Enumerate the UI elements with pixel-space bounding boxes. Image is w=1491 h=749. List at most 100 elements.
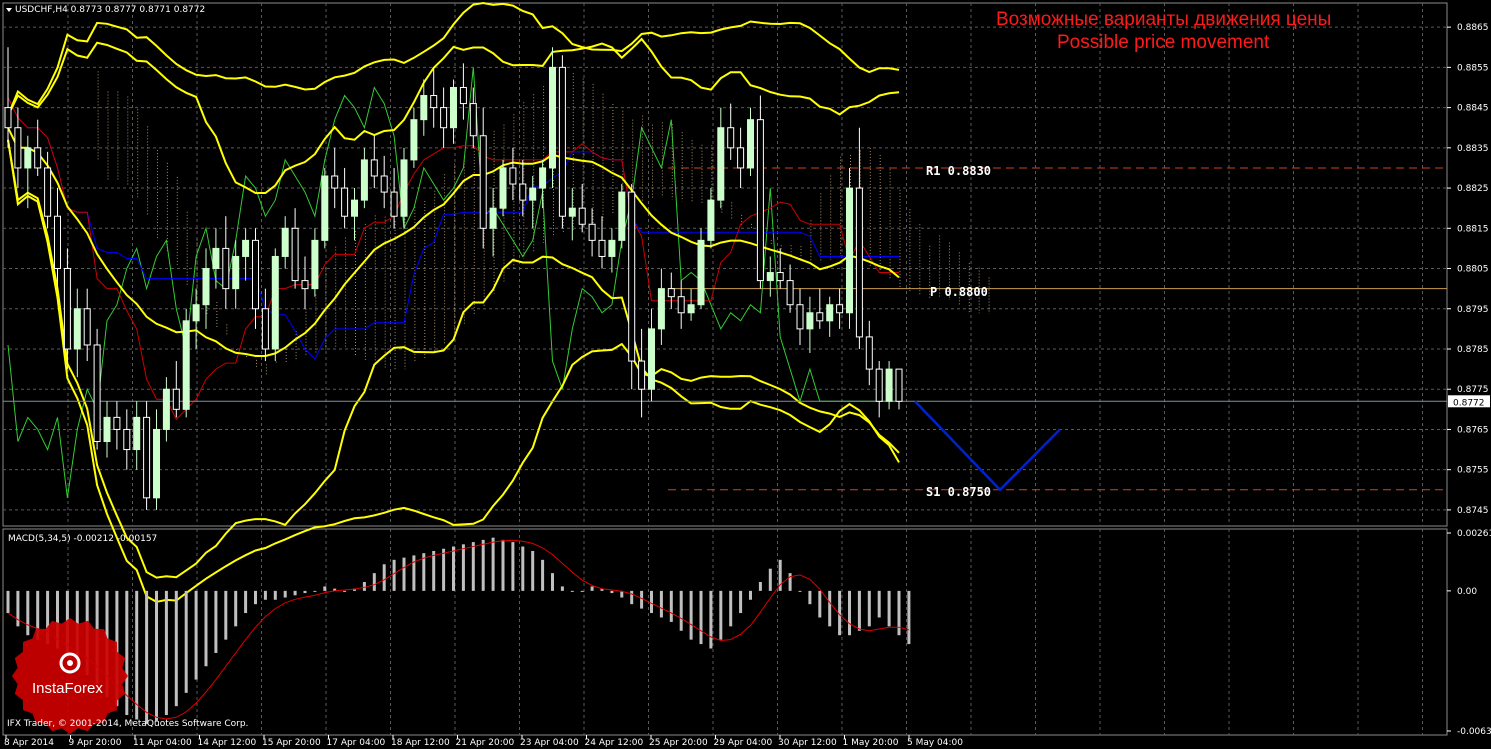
candle-body xyxy=(687,304,695,314)
chart-canvas[interactable]: 0.8865 0.8855 0.8845 0.8835 0.8825 0.8815 0.88… xyxy=(0,0,1491,749)
time-tick-label: 18 Apr 12:00 xyxy=(391,738,450,748)
candle-body xyxy=(766,272,774,282)
candle-body xyxy=(598,239,606,257)
candle-body xyxy=(182,320,190,410)
macd-bar xyxy=(432,550,436,591)
macd-bar xyxy=(788,573,792,591)
bollinger-middle xyxy=(7,127,900,357)
candle-body xyxy=(618,191,626,241)
chart-window: 0.8865 0.8855 0.8845 0.8835 0.8825 0.8815 0.88… xyxy=(0,0,1491,749)
candle-body xyxy=(776,272,784,282)
macd-bar xyxy=(273,590,277,600)
candle-body xyxy=(499,167,507,209)
candle-body xyxy=(34,147,42,169)
macd-bar xyxy=(501,539,505,591)
candle-body xyxy=(628,191,636,362)
macd-bar xyxy=(303,590,307,594)
candle-body xyxy=(657,288,665,330)
macd-bar xyxy=(244,590,248,614)
candle-body xyxy=(568,207,576,217)
candle-body xyxy=(4,107,12,129)
macd-bar xyxy=(164,590,168,716)
candle-body xyxy=(479,135,487,229)
candle-body xyxy=(24,147,32,169)
macd-bar xyxy=(442,548,446,591)
macd-bar xyxy=(6,590,10,614)
candle-body xyxy=(400,159,408,217)
time-tick-label: 14 Apr 12:00 xyxy=(198,738,257,748)
macd-bar xyxy=(145,590,149,724)
candle-body xyxy=(14,127,22,169)
macd-bar xyxy=(630,590,634,605)
candle-body xyxy=(578,207,586,225)
candle-body xyxy=(717,127,725,201)
candle-body xyxy=(459,86,467,105)
macd-signal-line xyxy=(7,539,910,720)
candle-body xyxy=(677,296,685,314)
candle-body xyxy=(153,428,160,499)
candle-body xyxy=(737,147,745,169)
macd-bar xyxy=(461,544,465,591)
macd-bar xyxy=(897,590,901,636)
candle-body xyxy=(440,107,448,129)
time-tick-label: 24 Apr 12:00 xyxy=(585,738,644,748)
candle-body xyxy=(370,159,378,177)
macd-bar xyxy=(481,539,485,591)
candle-body xyxy=(113,416,121,430)
macd-bar xyxy=(174,590,178,707)
candle-body xyxy=(261,308,269,350)
macd-bar xyxy=(283,590,287,598)
macd-bar xyxy=(580,590,584,592)
macd-bar xyxy=(155,590,158,722)
price-tick-label: 0.8805 xyxy=(1457,265,1489,275)
macd-bar xyxy=(531,550,535,591)
candle-body xyxy=(588,223,596,241)
macd-bar xyxy=(551,573,554,591)
candle-body xyxy=(558,66,566,217)
candle-body xyxy=(469,103,477,137)
candle-body xyxy=(331,175,339,189)
candle-body xyxy=(529,187,537,201)
macd-bar xyxy=(224,590,228,640)
candle-body xyxy=(747,119,754,169)
macd-tick-label: -0.00632 xyxy=(1457,727,1491,737)
candle-body xyxy=(63,268,71,350)
candle-body xyxy=(826,304,834,322)
candle-body xyxy=(281,227,289,257)
candle-body xyxy=(707,199,715,241)
candle-body xyxy=(271,255,279,350)
candle-body xyxy=(509,167,517,185)
macd-bar xyxy=(570,590,574,592)
macd-bar xyxy=(758,582,762,591)
candle-body xyxy=(727,127,735,149)
candle-body xyxy=(162,388,170,430)
candle-body xyxy=(846,187,853,314)
macd-bar xyxy=(699,590,703,645)
macd-bar xyxy=(640,590,644,609)
macd-bar xyxy=(412,555,416,591)
current-price-label: 0.8772 xyxy=(1453,398,1485,408)
time-tick-label: 21 Apr 20:00 xyxy=(456,738,515,748)
time-tick-label: 15 Apr 20:00 xyxy=(262,738,321,748)
candle-body xyxy=(410,119,418,161)
macd-bar xyxy=(867,590,871,627)
bollinger-outer-lower xyxy=(7,139,900,603)
macd-bar xyxy=(749,590,752,600)
candle-body xyxy=(539,167,547,189)
candle-body xyxy=(855,187,863,338)
candle-body xyxy=(301,280,309,290)
price-tick-label: 0.8745 xyxy=(1457,506,1489,516)
macd-bar xyxy=(719,590,723,640)
candle-body xyxy=(192,304,200,322)
macd-bar xyxy=(689,590,693,640)
candle-body xyxy=(143,416,151,499)
candle-body xyxy=(885,368,893,402)
candle-body xyxy=(54,215,61,270)
macd-bar xyxy=(709,590,713,649)
red-line xyxy=(7,97,899,421)
macd-bar xyxy=(263,590,267,600)
macd-bar xyxy=(659,590,663,618)
candle-body xyxy=(667,288,675,298)
macd-bar xyxy=(343,590,347,592)
macd-panel-frame xyxy=(2,528,1448,736)
